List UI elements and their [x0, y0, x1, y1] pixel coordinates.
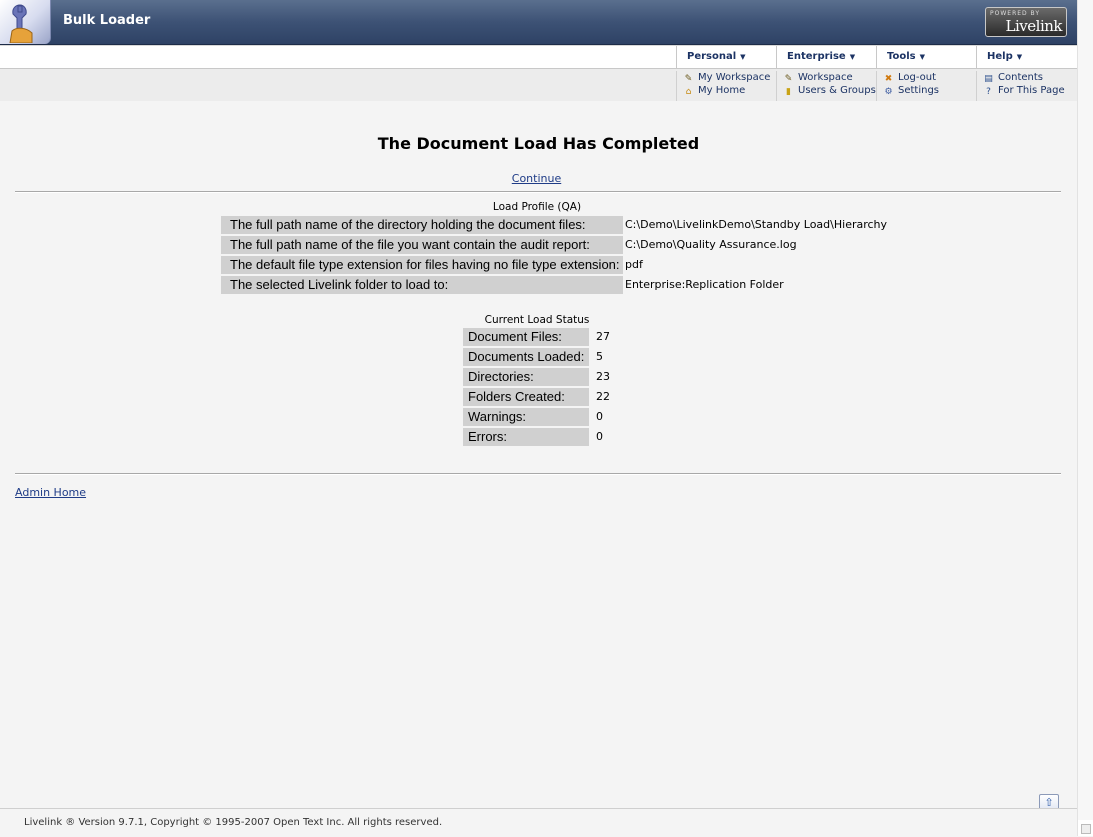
users-icon: ▮ — [786, 87, 791, 97]
help-shortcuts: ▤ Contents ? For This Page — [976, 71, 1077, 101]
menu-enterprise[interactable]: Enterprise ▼ — [776, 46, 876, 68]
home-icon: ⌂ — [685, 87, 692, 97]
menu-help-label: Help — [987, 51, 1013, 62]
profile-label: The default file type extension for file… — [221, 256, 623, 274]
status-value: 0 — [596, 410, 603, 423]
divider — [15, 191, 1061, 193]
app-logo[interactable] — [0, 0, 51, 44]
resize-grip — [1081, 824, 1091, 834]
powered-by-text: POWERED BY — [990, 10, 1041, 17]
workspace-link[interactable]: ✎ Workspace — [783, 71, 876, 84]
menu-personal[interactable]: Personal ▼ — [676, 46, 776, 68]
contents-link[interactable]: ▤ Contents — [983, 71, 1077, 84]
my-workspace-link[interactable]: ✎ My Workspace — [683, 71, 776, 84]
settings-icon: ⚙ — [884, 87, 893, 97]
status-value: 23 — [596, 370, 610, 383]
status-value: 0 — [596, 430, 603, 443]
profile-label: The full path name of the file you want … — [221, 236, 623, 254]
for-this-page-label: For This Page — [998, 85, 1065, 96]
chevron-down-icon: ▼ — [849, 53, 856, 61]
profile-value: C:\Demo\Quality Assurance.log — [625, 238, 797, 251]
chevron-down-icon: ▼ — [919, 53, 926, 61]
status-value: 27 — [596, 330, 610, 343]
scrollbar-track[interactable] — [1078, 0, 1093, 820]
profile-label: The selected Livelink folder to load to: — [221, 276, 623, 294]
page-title: The Document Load Has Completed — [377, 134, 700, 153]
continue-link[interactable]: Continue — [512, 172, 561, 185]
status-label: Warnings: — [463, 408, 589, 426]
profile-value: Enterprise:Replication Folder — [625, 278, 784, 291]
enterprise-shortcuts: ✎ Workspace ▮ Users & Groups — [776, 71, 876, 101]
settings-link[interactable]: ⚙ Settings — [883, 84, 976, 97]
personal-shortcuts: ✎ My Workspace ⌂ My Home — [676, 71, 776, 101]
powered-by-livelink-badge[interactable]: POWERED BY Livelink — [985, 7, 1067, 37]
status-value: 5 — [596, 350, 603, 363]
logout-label: Log-out — [898, 72, 937, 83]
copyright-text: Livelink ® Version 9.7.1, Copyright © 19… — [24, 817, 443, 828]
menu-tools-label: Tools — [887, 51, 916, 62]
chevron-down-icon: ▼ — [740, 53, 746, 61]
load-status-caption: Current Load Status — [484, 314, 590, 326]
status-label: Errors: — [463, 428, 589, 446]
menu-help[interactable]: Help ▼ — [976, 46, 1077, 68]
divider — [15, 473, 1061, 475]
admin-home-link[interactable]: Admin Home — [15, 486, 86, 499]
for-this-page-link[interactable]: ? For This Page — [983, 84, 1077, 97]
contents-icon: ▤ — [984, 74, 993, 84]
tools-shortcuts: ✖ Log-out ⚙ Settings — [876, 71, 976, 101]
status-label: Folders Created: — [463, 388, 589, 406]
livelink-brand: Livelink — [1005, 17, 1063, 35]
wrench-icon — [9, 4, 33, 43]
help-page-icon: ? — [986, 87, 991, 97]
load-profile-caption: Load Profile (QA) — [492, 201, 582, 213]
status-value: 22 — [596, 390, 610, 403]
logout-link[interactable]: ✖ Log-out — [883, 71, 976, 84]
profile-value: C:\Demo\LivelinkDemo\Standby Load\Hierar… — [625, 218, 888, 231]
profile-value: pdf — [625, 258, 643, 271]
contents-label: Contents — [998, 72, 1043, 83]
vertical-scrollbar[interactable] — [1077, 0, 1093, 836]
menu-shortcuts: ✎ My Workspace ⌂ My Home ✎ Workspace ▮ Users… — [0, 69, 1077, 101]
my-home-link[interactable]: ⌂ My Home — [683, 84, 776, 97]
settings-label: Settings — [898, 85, 940, 96]
status-label: Directories: — [463, 368, 589, 386]
admin-home-row: Admin Home — [15, 486, 86, 499]
workspace-label: Workspace — [798, 72, 853, 83]
workspace-icon: ✎ — [784, 74, 793, 84]
menu-tools[interactable]: Tools ▼ — [876, 46, 976, 68]
page-footer: Livelink ® Version 9.7.1, Copyright © 19… — [0, 808, 1077, 837]
logout-icon: ✖ — [884, 74, 893, 84]
status-label: Documents Loaded: — [463, 348, 589, 366]
global-menu-bar: Personal ▼ Enterprise ▼ Tools ▼ Help ▼ — [0, 45, 1077, 70]
status-label: Document Files: — [463, 328, 589, 346]
app-title: Bulk Loader — [63, 13, 151, 28]
my-workspace-label: My Workspace — [698, 72, 771, 83]
menu-personal-label: Personal — [687, 51, 737, 62]
continue-row: Continue — [0, 172, 1073, 185]
profile-label: The full path name of the directory hold… — [221, 216, 623, 234]
users-groups-link[interactable]: ▮ Users & Groups — [783, 84, 876, 97]
my-home-label: My Home — [698, 85, 746, 96]
app-header: Bulk Loader POWERED BY Livelink — [0, 0, 1077, 45]
workspace-icon: ✎ — [684, 74, 693, 84]
users-groups-label: Users & Groups — [798, 85, 876, 96]
chevron-down-icon: ▼ — [1016, 53, 1023, 61]
menu-enterprise-label: Enterprise — [787, 51, 846, 62]
